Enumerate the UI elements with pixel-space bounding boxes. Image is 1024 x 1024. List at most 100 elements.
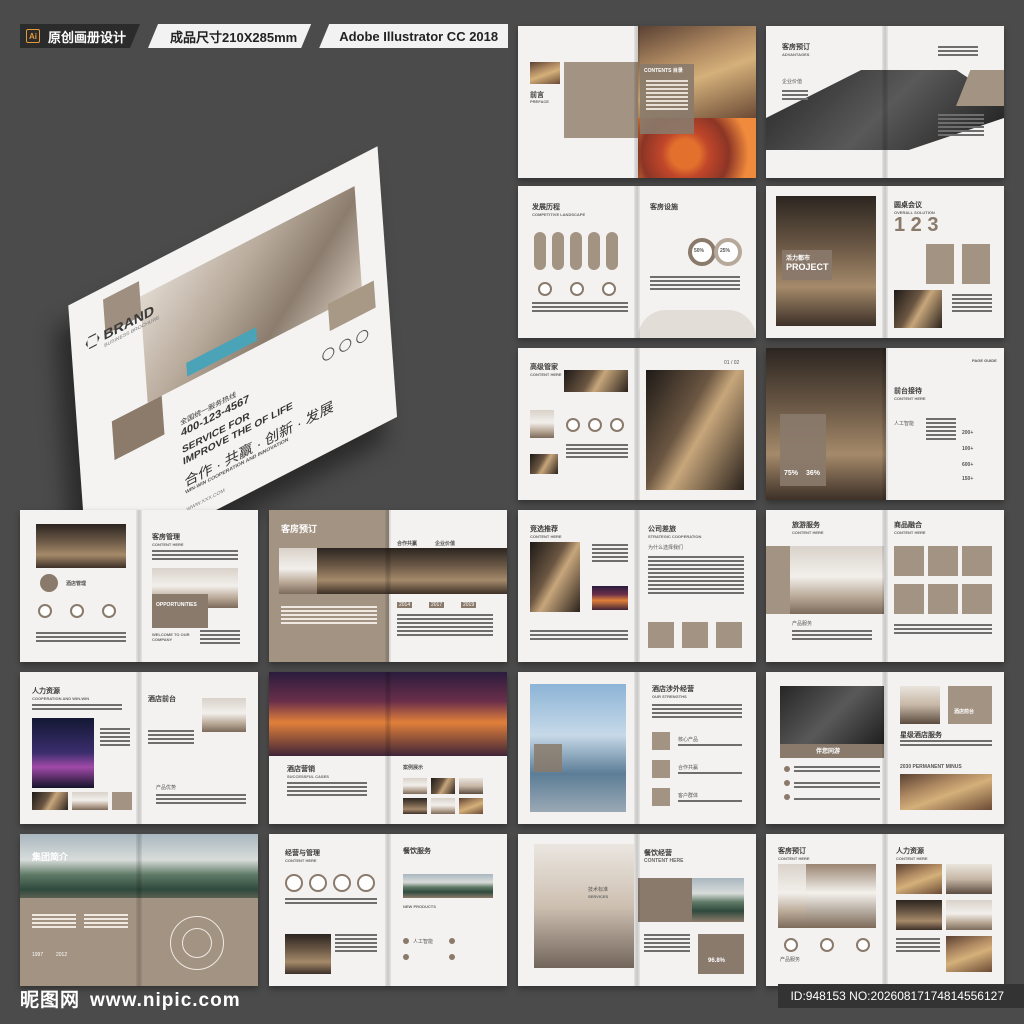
- page-image: [530, 454, 558, 474]
- spread-history: 发展历程 COMPETITIVE LANDSCAPE 客房设施 50% 25%: [518, 186, 756, 338]
- spread-room-hr: 客房预订 CONTENT HERE 产品服务 人力资源 CONTENT HERE: [766, 834, 1004, 986]
- page-label: 产品服务: [792, 621, 813, 627]
- page-image: [32, 792, 68, 810]
- spread-reception: 75% 36% PAGE GUIDE 前台接待 CONTENT HERE 人工智…: [766, 348, 1004, 500]
- text-lines: [782, 90, 808, 102]
- icon-circle: [566, 418, 580, 432]
- watermark-brand: 昵图网: [20, 990, 81, 1011]
- page-image: [946, 936, 992, 972]
- spread-project: 活力都市 PROJECT 圆桌会议 OVERALL SOLUTION 1 2 3: [766, 186, 1004, 338]
- page-title: 餐饮经营: [644, 850, 672, 857]
- percent-label: 75%: [784, 470, 799, 477]
- page-image: [806, 864, 876, 928]
- spread-preface: 前言 PREFACE CONTENTS 目录: [518, 26, 756, 178]
- page-welcome: WELCOME TO OUR COMPANY: [152, 632, 190, 642]
- page-title: 公司差旅: [648, 526, 676, 533]
- page-title: 前台接待: [894, 388, 922, 395]
- contents-title: CONTENTS 目录: [644, 68, 683, 74]
- page-year: 2030 PERMANENT MINUS: [900, 764, 962, 770]
- tag-original-design-label: 原创画册设计: [48, 29, 127, 45]
- page-image: [534, 844, 634, 968]
- page-label: 酒店管理: [66, 581, 87, 587]
- page-block: [894, 584, 924, 614]
- timeline-pill: [588, 232, 600, 270]
- page-title: 客房预订: [782, 44, 810, 51]
- header-tagbar: Ai 原创画册设计 成品尺寸210X285mm Adobe Illustrato…: [20, 24, 509, 48]
- page-subtitle: CONTENT HERE: [778, 856, 810, 861]
- text-lines: [32, 704, 122, 712]
- page-image: [459, 778, 483, 794]
- page-label: 人工智能: [413, 939, 434, 945]
- page-block: [928, 584, 958, 614]
- page-image: [900, 686, 940, 724]
- text-lines: [152, 550, 238, 562]
- cover-icons: [321, 327, 369, 363]
- big-number: 1 2 3: [894, 214, 939, 236]
- page-image: [530, 410, 554, 438]
- icon-circle: [309, 874, 327, 892]
- icon-circle: [70, 604, 84, 618]
- page-subtitle: COMPETITIVE LANDSCAPE: [532, 212, 586, 217]
- page-image: [896, 900, 942, 930]
- page-label: 合作共赢: [397, 541, 418, 547]
- text-lines: [36, 632, 126, 644]
- page-title: 经营与管理: [285, 850, 320, 857]
- page-image: [894, 290, 942, 328]
- page-label: 企业价值: [782, 79, 803, 85]
- text-lines: [644, 934, 690, 954]
- page-image: [592, 586, 628, 610]
- percent-label: 50%: [694, 248, 705, 254]
- page-image: [269, 672, 507, 756]
- page-image: [790, 546, 884, 614]
- page-subtitle: CONTENT HERE: [530, 372, 562, 377]
- percent-label: 25%: [720, 248, 731, 254]
- page-label: 案例展示: [403, 765, 424, 771]
- page-image: [36, 524, 126, 568]
- page-image: [403, 874, 493, 898]
- page-subtitle: ADVANTAGES: [782, 52, 810, 57]
- bullet-dot: [449, 938, 455, 944]
- hexagon-icon: [40, 574, 58, 592]
- bullet-dot: [449, 954, 455, 960]
- page-title: 商品融合: [894, 522, 922, 529]
- text-lines: [200, 630, 240, 646]
- page-block: [648, 622, 674, 648]
- page-block: [112, 792, 132, 810]
- year-label: 2012: [56, 952, 68, 958]
- circle-icon: [338, 336, 352, 355]
- page-tag: OPPORTUNITIES: [156, 602, 197, 608]
- icon-circle: [570, 282, 584, 296]
- page-subtitle: CONTENT HERE: [894, 530, 926, 535]
- page-title: 餐饮服务: [403, 848, 431, 855]
- timeline-pill: [606, 232, 618, 270]
- page-block: [928, 546, 958, 576]
- page-image: [20, 834, 258, 908]
- spread-butler: 高级管家 CONTENT HERE 01 / 02: [518, 348, 756, 500]
- year-label: 2017: [429, 602, 445, 608]
- spread-operation: 经营与管理 CONTENT HERE 餐饮服务 NEW PRODUCTS 人工智…: [269, 834, 507, 986]
- page-number: 01 / 02: [724, 360, 740, 366]
- page-title: 客房预订: [778, 848, 806, 855]
- text-lines: [281, 606, 377, 626]
- stat-value: 200+: [962, 430, 974, 436]
- percent-label: 36%: [806, 470, 821, 477]
- page-title: 圆桌会议: [894, 202, 922, 209]
- text-lines: [952, 294, 992, 314]
- timeline-pill: [552, 232, 564, 270]
- page-image: [780, 686, 884, 748]
- spread-marketing: 酒店营销 SUCCESSFUL CASES 案例展示: [269, 672, 507, 824]
- icon-circle: [602, 282, 616, 296]
- text-lines: [792, 630, 872, 642]
- page-subtitle: CONTENT HERE: [792, 530, 824, 535]
- page-title: 客房管理: [152, 534, 180, 541]
- text-lines: [650, 276, 740, 292]
- page-title: 客房设施: [650, 204, 678, 211]
- text-lines: [84, 914, 128, 930]
- page-image: [403, 778, 427, 794]
- percent-label: 96.8%: [708, 958, 726, 964]
- text-lines: [678, 772, 742, 776]
- page-tag: PAGE GUIDE: [972, 358, 997, 363]
- page-tag: 活力都市: [786, 256, 811, 262]
- page-label: 合作共赢: [678, 765, 699, 771]
- page-title: 客房预订: [281, 524, 318, 534]
